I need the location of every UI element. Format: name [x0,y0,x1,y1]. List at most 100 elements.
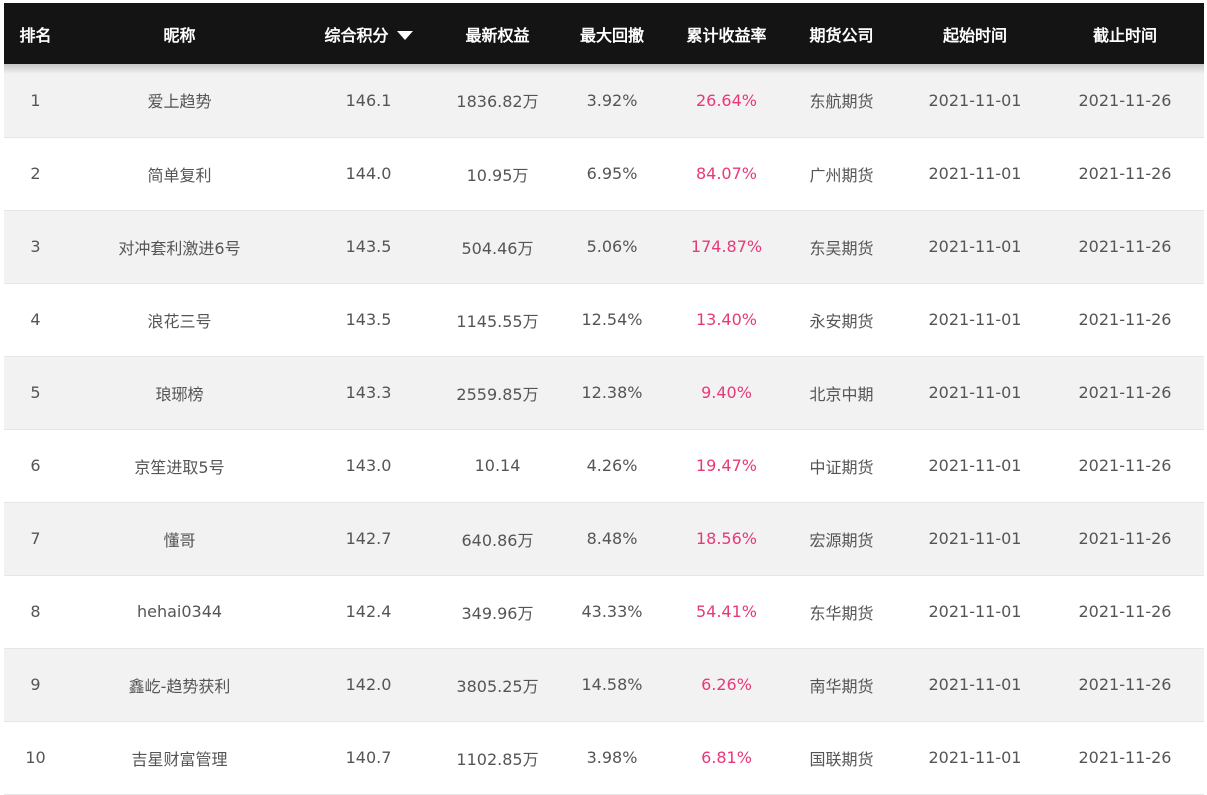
table-row[interactable]: 6 京笙进取5号 143.0 10.14 4.26% 19.47% 中证期货 2… [4,429,1204,503]
nickname-cell[interactable]: 京笙进取5号 [67,429,292,503]
table-row[interactable]: 7 懂哥 142.7 640.86万 8.48% 18.56% 宏源期货 202… [4,502,1204,576]
score-cell: 142.7 [292,502,445,576]
table-row[interactable]: 5 琅琊榜 143.3 2559.85万 12.38% 9.40% 北京中期 2… [4,356,1204,430]
col-nickname-header[interactable]: 昵称 [67,3,292,64]
rank-cell: 10 [4,721,67,795]
drawdown-cell: 12.38% [550,356,674,430]
end-date-cell: 2021-11-26 [1046,210,1204,284]
ranking-page: 排名 昵称 综合积分 最新权益 最大回撤 累计收益率 期货公司 起始时间 截止时… [0,0,1207,795]
drawdown-cell: 3.92% [550,64,674,138]
rank-cell: 7 [4,502,67,576]
table-row[interactable]: 1 爱上趋势 146.1 1836.82万 3.92% 26.64% 东航期货 … [4,64,1204,138]
rank-cell: 5 [4,356,67,430]
start-date-cell: 2021-11-01 [904,137,1046,211]
equity-cell: 1836.82万 [445,64,550,138]
broker-cell: 东吴期货 [779,210,904,284]
nickname-cell[interactable]: 对冲套利激进6号 [67,210,292,284]
drawdown-cell: 3.98% [550,721,674,795]
rank-cell: 6 [4,429,67,503]
start-date-cell: 2021-11-01 [904,210,1046,284]
return-rate-cell: 54.41% [674,575,779,649]
score-cell: 143.5 [292,210,445,284]
score-cell: 144.0 [292,137,445,211]
end-date-cell: 2021-11-26 [1046,137,1204,211]
start-date-cell: 2021-11-01 [904,356,1046,430]
broker-cell: 中证期货 [779,429,904,503]
broker-cell: 国联期货 [779,721,904,795]
drawdown-cell: 12.54% [550,283,674,357]
nickname-cell[interactable]: 简单复利 [67,137,292,211]
col-broker-header[interactable]: 期货公司 [779,3,904,64]
start-date-cell: 2021-11-01 [904,429,1046,503]
rank-cell: 2 [4,137,67,211]
drawdown-cell: 14.58% [550,648,674,722]
col-start-header[interactable]: 起始时间 [904,3,1046,64]
col-equity-header[interactable]: 最新权益 [445,3,550,64]
end-date-cell: 2021-11-26 [1046,64,1204,138]
broker-cell: 宏源期货 [779,502,904,576]
rank-cell: 3 [4,210,67,284]
col-drawdown-header[interactable]: 最大回撤 [550,3,674,64]
col-score-label: 综合积分 [324,25,389,45]
rank-cell: 1 [4,64,67,138]
equity-cell: 1102.85万 [445,721,550,795]
start-date-cell: 2021-11-01 [904,721,1046,795]
nickname-cell[interactable]: 懂哥 [67,502,292,576]
nickname-cell[interactable]: 鑫屹-趋势获利 [67,648,292,722]
end-date-cell: 2021-11-26 [1046,575,1204,649]
ranking-table: 排名 昵称 综合积分 最新权益 最大回撤 累计收益率 期货公司 起始时间 截止时… [4,3,1204,795]
equity-cell: 349.96万 [445,575,550,649]
equity-cell: 2559.85万 [445,356,550,430]
table-row[interactable]: 3 对冲套利激进6号 143.5 504.46万 5.06% 174.87% 东… [4,210,1204,284]
score-cell: 143.5 [292,283,445,357]
rank-cell: 9 [4,648,67,722]
broker-cell: 广州期货 [779,137,904,211]
rank-cell: 8 [4,575,67,649]
nickname-cell[interactable]: 琅琊榜 [67,356,292,430]
col-score-header[interactable]: 综合积分 [292,3,445,64]
return-rate-cell: 6.26% [674,648,779,722]
col-rank-header[interactable]: 排名 [4,3,67,64]
end-date-cell: 2021-11-26 [1046,648,1204,722]
caret-down-icon[interactable] [396,30,413,40]
drawdown-cell: 6.95% [550,137,674,211]
equity-cell: 3805.25万 [445,648,550,722]
start-date-cell: 2021-11-01 [904,502,1046,576]
score-cell: 142.4 [292,575,445,649]
equity-cell: 640.86万 [445,502,550,576]
score-cell: 143.3 [292,356,445,430]
score-cell: 140.7 [292,721,445,795]
nickname-cell[interactable]: 浪花三号 [67,283,292,357]
return-rate-cell: 19.47% [674,429,779,503]
return-rate-cell: 84.07% [674,137,779,211]
return-rate-cell: 6.81% [674,721,779,795]
equity-cell: 1145.55万 [445,283,550,357]
nickname-cell[interactable]: 吉星财富管理 [67,721,292,795]
table-row[interactable]: 2 简单复利 144.0 10.95万 6.95% 84.07% 广州期货 20… [4,137,1204,211]
rank-cell: 4 [4,283,67,357]
end-date-cell: 2021-11-26 [1046,502,1204,576]
header-row: 排名 昵称 综合积分 最新权益 最大回撤 累计收益率 期货公司 起始时间 截止时… [4,3,1204,64]
return-rate-cell: 9.40% [674,356,779,430]
end-date-cell: 2021-11-26 [1046,356,1204,430]
nickname-cell[interactable]: hehai0344 [67,575,292,649]
table-row[interactable]: 9 鑫屹-趋势获利 142.0 3805.25万 14.58% 6.26% 南华… [4,648,1204,722]
end-date-cell: 2021-11-26 [1046,283,1204,357]
drawdown-cell: 8.48% [550,502,674,576]
drawdown-cell: 5.06% [550,210,674,284]
return-rate-cell: 18.56% [674,502,779,576]
broker-cell: 北京中期 [779,356,904,430]
col-return-rate-header[interactable]: 累计收益率 [674,3,779,64]
table-body: 1 爱上趋势 146.1 1836.82万 3.92% 26.64% 东航期货 … [4,64,1204,795]
drawdown-cell: 4.26% [550,429,674,503]
nickname-cell[interactable]: 爱上趋势 [67,64,292,138]
equity-cell: 10.95万 [445,137,550,211]
score-cell: 143.0 [292,429,445,503]
table-row[interactable]: 4 浪花三号 143.5 1145.55万 12.54% 13.40% 永安期货… [4,283,1204,357]
broker-cell: 东华期货 [779,575,904,649]
return-rate-cell: 26.64% [674,64,779,138]
table-row[interactable]: 8 hehai0344 142.4 349.96万 43.33% 54.41% … [4,575,1204,649]
table-row[interactable]: 10 吉星财富管理 140.7 1102.85万 3.98% 6.81% 国联期… [4,721,1204,795]
start-date-cell: 2021-11-01 [904,575,1046,649]
col-end-header[interactable]: 截止时间 [1046,3,1204,64]
